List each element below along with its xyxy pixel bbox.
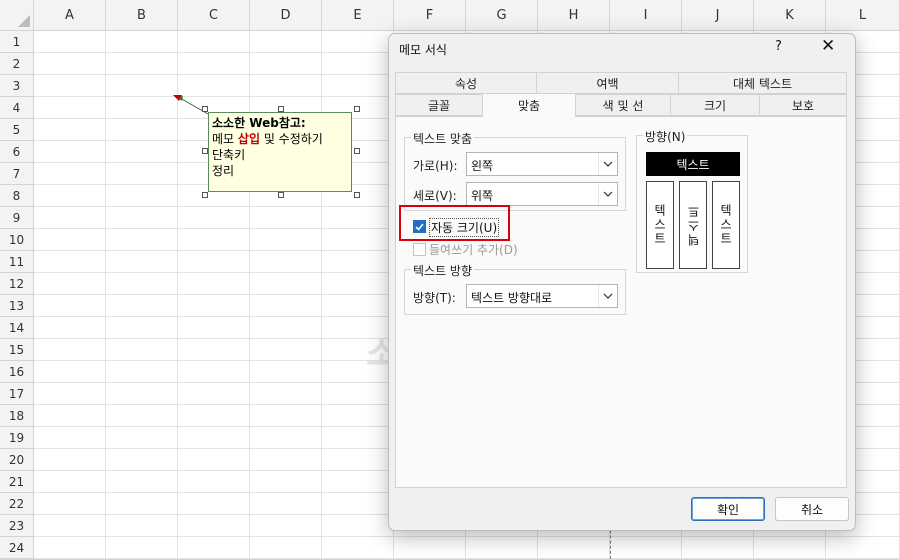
column-header[interactable]: K <box>754 0 826 31</box>
resize-handle-n[interactable] <box>278 106 284 112</box>
resize-handle-ne[interactable] <box>354 106 360 112</box>
text-alignment-label: 텍스트 맞춤 <box>411 130 475 147</box>
row-header[interactable]: 17 <box>0 383 34 405</box>
row-header[interactable]: 3 <box>0 75 34 97</box>
row-header[interactable]: 22 <box>0 493 34 515</box>
tab-alt-text[interactable]: 대체 텍스트 <box>678 72 847 94</box>
orientation-vertical-stacked[interactable]: 텍스트 <box>646 181 674 269</box>
comment-line-2: 메모 삽입 및 수정하기 <box>212 132 323 146</box>
grid-line <box>105 31 106 559</box>
row-header[interactable]: 18 <box>0 405 34 427</box>
comment-arrow <box>173 95 209 115</box>
vertical-label: 세로(V): <box>413 189 457 203</box>
row-header[interactable]: 13 <box>0 295 34 317</box>
row-header[interactable]: 2 <box>0 53 34 75</box>
row-header[interactable]: 24 <box>0 537 34 559</box>
highlight-box <box>399 205 510 241</box>
column-header[interactable]: L <box>826 0 900 31</box>
add-indent-checkbox[interactable] <box>413 243 426 256</box>
resize-handle-nw[interactable] <box>202 106 208 112</box>
resize-handle-s[interactable] <box>278 192 284 198</box>
chevron-down-icon[interactable] <box>598 183 617 205</box>
resize-handle-e[interactable] <box>354 148 360 154</box>
column-header[interactable]: B <box>106 0 178 31</box>
orientation-rotated-up[interactable]: 텍스트 <box>679 181 707 269</box>
comment-box[interactable]: 소소한 Web참고: 메모 삽입 및 수정하기 단축키 정리 <box>208 112 352 192</box>
add-indent-label: 들여쓰기 추가(D) <box>429 243 518 257</box>
dialog-title: 메모 서식 <box>399 43 447 57</box>
column-header[interactable]: I <box>610 0 682 31</box>
text-direction-group: 텍스트 방향 방향(T): 텍스트 방향대로 <box>404 262 626 315</box>
orientation-group: 방향(N) 텍스트 텍스트 텍스트 텍스트 <box>636 128 748 273</box>
row-header[interactable]: 1 <box>0 31 34 53</box>
resize-handle-se[interactable] <box>354 192 360 198</box>
column-header[interactable]: H <box>538 0 610 31</box>
resize-handle-w[interactable] <box>202 148 208 154</box>
row-header[interactable]: 4 <box>0 97 34 119</box>
comment-line-3: 단축키 <box>212 148 246 162</box>
grid-line <box>321 31 322 559</box>
help-button[interactable]: ? <box>775 39 782 54</box>
column-header[interactable]: D <box>250 0 322 31</box>
format-comment-dialog[interactable]: 메모 서식 ? ✕ 속성 여백 대체 텍스트 글꼴 맞춤 색 및 선 크기 보호… <box>388 33 856 531</box>
row-header[interactable]: 10 <box>0 229 34 251</box>
orientation-label: 방향(N) <box>643 128 688 145</box>
column-header[interactable]: A <box>34 0 106 31</box>
row-header[interactable]: 9 <box>0 207 34 229</box>
orientation-horizontal[interactable]: 텍스트 <box>646 152 740 176</box>
column-header[interactable]: F <box>394 0 466 31</box>
horizontal-select[interactable]: 왼쪽 <box>466 152 618 176</box>
row-header[interactable]: 16 <box>0 361 34 383</box>
row-header[interactable]: 14 <box>0 317 34 339</box>
cancel-button[interactable]: 취소 <box>775 497 849 521</box>
row-header[interactable]: 12 <box>0 273 34 295</box>
close-button[interactable]: ✕ <box>821 36 835 56</box>
tab-panel-alignment: 텍스트 맞춤 가로(H): 왼쪽 세로(V): 위쪽 자동 크기(U) 들여쓰기… <box>395 116 847 488</box>
row-header[interactable]: 11 <box>0 251 34 273</box>
tab-colors-lines[interactable]: 색 및 선 <box>575 94 671 116</box>
comment-line-4: 정리 <box>212 164 235 178</box>
row-header[interactable]: 15 <box>0 339 34 361</box>
grid-line <box>34 536 900 537</box>
row-header[interactable]: 6 <box>0 141 34 163</box>
row-header[interactable]: 7 <box>0 163 34 185</box>
column-header[interactable]: G <box>466 0 538 31</box>
tab-alignment[interactable]: 맞춤 <box>482 93 576 117</box>
tab-size[interactable]: 크기 <box>670 94 760 116</box>
select-all-corner[interactable] <box>0 0 34 31</box>
comment-author: 소소한 Web참고: <box>212 116 306 130</box>
ok-button[interactable]: 확인 <box>691 497 765 521</box>
column-header[interactable]: J <box>682 0 754 31</box>
column-header[interactable]: C <box>178 0 250 31</box>
column-header[interactable]: E <box>322 0 394 31</box>
tab-margins[interactable]: 여백 <box>536 72 679 94</box>
tab-font[interactable]: 글꼴 <box>395 94 483 116</box>
row-header[interactable]: 21 <box>0 471 34 493</box>
text-direction-label: 텍스트 방향 <box>411 262 475 279</box>
row-header[interactable]: 19 <box>0 427 34 449</box>
grid-line <box>249 31 250 559</box>
resize-handle-sw[interactable] <box>202 192 208 198</box>
tab-protection[interactable]: 보호 <box>759 94 847 116</box>
horizontal-label: 가로(H): <box>413 159 458 173</box>
text-alignment-group: 텍스트 맞춤 가로(H): 왼쪽 세로(V): 위쪽 <box>404 130 626 211</box>
tab-properties[interactable]: 속성 <box>395 72 537 94</box>
direction-label: 방향(T): <box>413 291 456 305</box>
direction-select[interactable]: 텍스트 방향대로 <box>466 284 618 308</box>
row-header[interactable]: 8 <box>0 185 34 207</box>
chevron-down-icon[interactable] <box>598 153 617 175</box>
vertical-select[interactable]: 위쪽 <box>466 182 618 206</box>
row-header[interactable]: 5 <box>0 119 34 141</box>
row-header[interactable]: 23 <box>0 515 34 537</box>
chevron-down-icon[interactable] <box>598 285 617 307</box>
row-header[interactable]: 20 <box>0 449 34 471</box>
orientation-rotated-down[interactable]: 텍스트 <box>712 181 740 269</box>
